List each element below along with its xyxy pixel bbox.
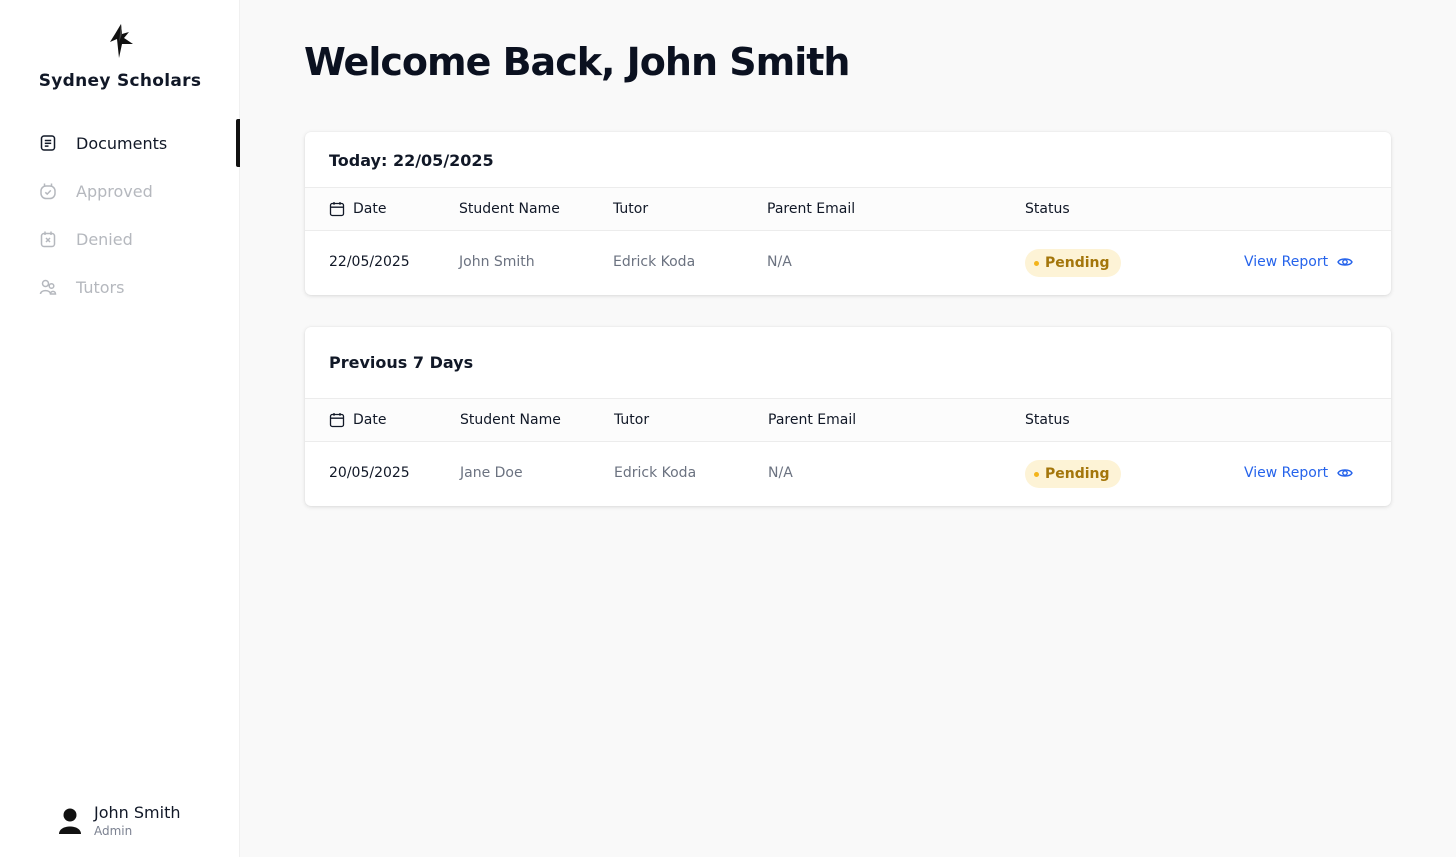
- cell-student-name: John Smith: [459, 254, 535, 270]
- table-row: 22/05/2025 John Smith Edrick Koda N/A Pe…: [305, 232, 1391, 294]
- view-report-label: View Report: [1244, 465, 1329, 481]
- cell-tutor: Edrick Koda: [614, 465, 697, 481]
- card-title: Previous 7 Days: [329, 353, 474, 372]
- calendar-x-icon: [38, 229, 58, 249]
- users-icon: [38, 277, 58, 297]
- card-title: Today: 22/05/2025: [329, 151, 494, 170]
- cell-date: 20/05/2025: [329, 465, 410, 481]
- cell-parent-email: N/A: [767, 254, 792, 270]
- column-header-parent-email[interactable]: Parent Email: [768, 412, 856, 428]
- user-name: John Smith: [94, 803, 181, 822]
- page-title: Welcome Back, John Smith: [304, 40, 850, 84]
- eye-icon: [1337, 469, 1353, 477]
- cell-student-name: Jane Doe: [460, 465, 523, 481]
- column-header-tutor[interactable]: Tutor: [613, 201, 648, 217]
- sidebar: Sydney Scholars Documents Approved Denie…: [0, 0, 240, 857]
- view-report-label: View Report: [1244, 254, 1329, 270]
- cell-date: 22/05/2025: [329, 254, 410, 270]
- column-header-label: Date: [353, 412, 387, 428]
- calendar-icon: [329, 202, 345, 217]
- document-icon: [38, 133, 58, 153]
- user-role: Admin: [94, 824, 133, 838]
- cell-parent-email: N/A: [768, 465, 793, 481]
- view-report-link[interactable]: View Report: [1244, 465, 1353, 481]
- view-report-link[interactable]: View Report: [1244, 254, 1353, 270]
- column-header-student[interactable]: Student Name: [460, 412, 561, 428]
- column-header-date[interactable]: Date: [329, 412, 386, 428]
- column-header-label: Date: [353, 201, 387, 217]
- bird-logo-icon: [110, 24, 133, 58]
- sidebar-item-label: Documents: [76, 133, 168, 153]
- previous-days-card: Previous 7 Days Date Student Name Tutor …: [305, 327, 1391, 506]
- calendar-check-icon: [38, 181, 58, 201]
- status-badge: Pending: [1025, 460, 1121, 488]
- brand-name: Sydney Scholars: [38, 71, 202, 91]
- column-header-status[interactable]: Status: [1025, 412, 1070, 428]
- sidebar-item-documents[interactable]: Documents: [0, 119, 240, 167]
- table-header: Date Student Name Tutor Parent Email Sta…: [305, 187, 1391, 231]
- sidebar-item-label: Tutors: [76, 277, 125, 297]
- table-row: 20/05/2025 Jane Doe Edrick Koda N/A Pend…: [305, 443, 1391, 505]
- user-profile[interactable]: John Smith Admin: [58, 803, 180, 839]
- sidebar-nav: Documents Approved Denied Tutors: [0, 119, 240, 311]
- sidebar-item-label: Denied: [76, 229, 133, 249]
- cell-tutor: Edrick Koda: [613, 254, 696, 270]
- table-header: Date Student Name Tutor Parent Email Sta…: [305, 398, 1391, 442]
- column-header-date[interactable]: Date: [329, 201, 386, 217]
- sidebar-item-approved[interactable]: Approved: [0, 167, 240, 215]
- column-header-student[interactable]: Student Name: [459, 201, 560, 217]
- column-header-parent-email[interactable]: Parent Email: [767, 201, 855, 217]
- calendar-icon: [329, 413, 345, 428]
- column-header-tutor[interactable]: Tutor: [614, 412, 649, 428]
- today-card: Today: 22/05/2025 Date Student Name Tuto…: [305, 132, 1391, 295]
- sidebar-item-tutors[interactable]: Tutors: [0, 263, 240, 311]
- avatar: [59, 808, 81, 834]
- status-badge: Pending: [1025, 249, 1121, 277]
- sidebar-item-denied[interactable]: Denied: [0, 215, 240, 263]
- column-header-status[interactable]: Status: [1025, 201, 1070, 217]
- sidebar-item-label: Approved: [76, 181, 153, 201]
- eye-icon: [1337, 258, 1353, 266]
- brand[interactable]: Sydney Scholars: [0, 22, 240, 91]
